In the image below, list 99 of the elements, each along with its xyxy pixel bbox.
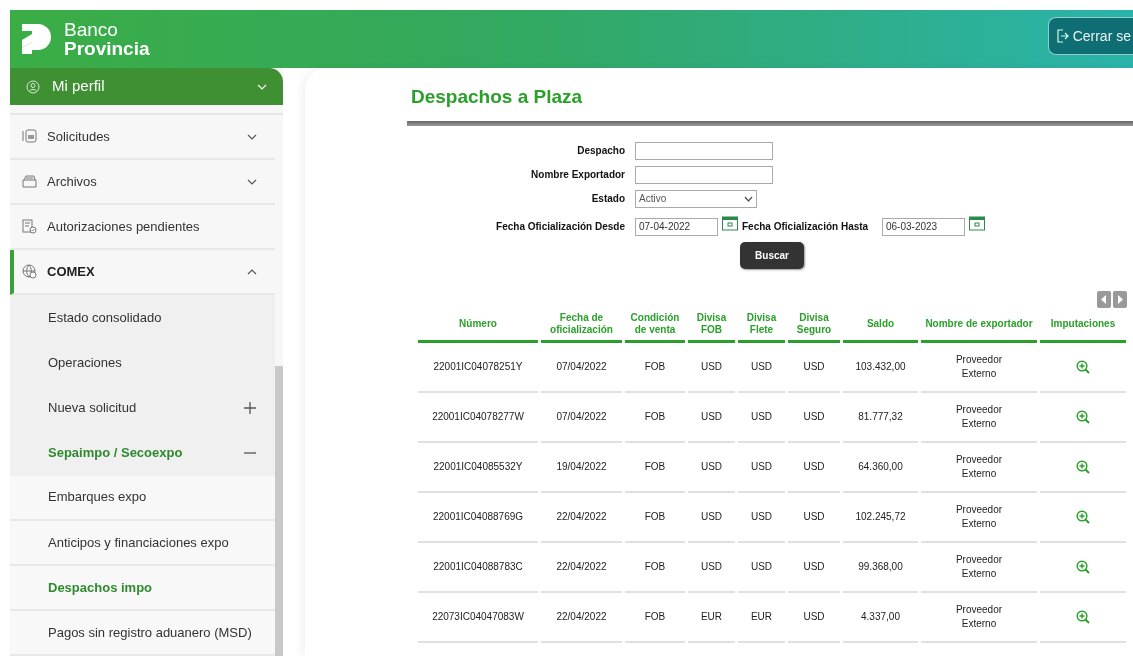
table-cell: 99.368,00 xyxy=(858,561,903,573)
column-header: Número xyxy=(418,307,538,343)
table-cell: 22001IC04078277W xyxy=(432,411,524,423)
table-cell-text: Proveedor Externo xyxy=(954,353,1004,381)
zoom-in-icon[interactable] xyxy=(1076,459,1090,474)
table-cell-text: Proveedor Externo xyxy=(954,453,1004,481)
table-cell: 19/04/2022 xyxy=(556,461,607,473)
field-label: Nombre Exportador xyxy=(530,168,625,183)
search-button[interactable]: Buscar xyxy=(740,241,804,269)
field-label: Fecha Oficialización Desde xyxy=(495,220,625,235)
field-label: Fecha Oficialización Hasta xyxy=(742,220,870,235)
column-header: Divisa FOB xyxy=(688,307,735,343)
table-cell: EUR xyxy=(750,611,773,623)
table-cell: 22/04/2022 xyxy=(556,561,607,573)
document-icon xyxy=(22,129,37,145)
table-cell: FOB xyxy=(644,411,666,423)
input-field[interactable] xyxy=(635,141,773,160)
column-header: Condición de venta xyxy=(625,307,685,343)
table-cell: 22001IC04078251Y xyxy=(433,361,523,373)
table-cell: USD xyxy=(803,611,825,623)
table-cell: 22073IC04047083W xyxy=(432,611,524,623)
next-icon[interactable] xyxy=(1113,290,1127,308)
table-cell: 64.360,00 xyxy=(858,461,903,473)
table-cell: USD xyxy=(750,461,773,473)
table-cell: USD xyxy=(750,361,773,373)
table-cell: 102.245,72 xyxy=(855,511,906,523)
sidebar-item[interactable]: Nueva solicitud xyxy=(10,385,275,431)
brand-name: Provincia xyxy=(64,39,150,58)
chevron-down-icon[interactable] xyxy=(247,133,257,140)
user-icon xyxy=(26,79,40,94)
table-cell: 103.432,00 xyxy=(855,361,906,373)
folder-icon xyxy=(22,174,37,190)
table-cell: 07/04/2022 xyxy=(556,411,607,423)
table-cell: USD xyxy=(700,361,723,373)
profile-menu-item[interactable]: Mi perfil xyxy=(10,68,283,106)
table-cell: FOB xyxy=(644,461,666,473)
calendar-icon[interactable] xyxy=(969,216,985,232)
globe-icon xyxy=(22,264,37,280)
zoom-in-icon[interactable] xyxy=(1076,509,1090,524)
sidebar-item[interactable]: COMEX xyxy=(10,250,275,296)
zoom-in-icon[interactable] xyxy=(1076,409,1090,424)
table-cell: 07/04/2022 xyxy=(556,361,607,373)
table-cell-text: Proveedor Externo xyxy=(954,603,1004,631)
zoom-in-icon[interactable] xyxy=(1076,609,1090,624)
chevron-down-icon[interactable] xyxy=(247,178,257,185)
sidebar-item[interactable]: Sepaimpo / Secoexpo xyxy=(10,430,275,476)
plus-icon[interactable] xyxy=(243,401,257,416)
column-header: Divisa Flete xyxy=(738,307,785,343)
table-cell: 22001IC04085532Y xyxy=(433,461,523,473)
table-cell: 81.777,32 xyxy=(858,411,903,423)
logout-button[interactable]: Cerrar se xyxy=(1047,17,1133,55)
logout-icon xyxy=(1056,29,1069,43)
table-cell: USD xyxy=(750,411,773,423)
column-header: Nombre de exportador xyxy=(921,307,1037,343)
table-cell: FOB xyxy=(644,561,666,573)
chevron-up-icon[interactable] xyxy=(247,268,257,275)
page-title: Despachos a Plaza xyxy=(411,86,584,109)
column-header: Fecha de oficialización xyxy=(541,307,622,343)
table-cell: 22/04/2022 xyxy=(556,611,607,623)
table-cell: USD xyxy=(700,511,723,523)
input-field[interactable] xyxy=(635,165,773,184)
table-cell-text: Proveedor Externo xyxy=(954,503,1004,531)
table-cell: USD xyxy=(803,361,825,373)
select-field[interactable]: Activo xyxy=(635,189,757,208)
table-cell: FOB xyxy=(644,361,666,373)
table-cell: 22001IC04088769G xyxy=(432,511,524,523)
table-cell: USD xyxy=(700,411,723,423)
table-cell: FOB xyxy=(644,511,666,523)
table-cell: USD xyxy=(700,461,723,473)
table-cell: FOB xyxy=(644,611,666,623)
table-cell: USD xyxy=(803,411,825,423)
table-cell: USD xyxy=(700,561,723,573)
sidebar-item[interactable]: Estado consolidado xyxy=(10,295,275,341)
table-cell: 22/04/2022 xyxy=(556,511,607,523)
field-label: Estado xyxy=(590,192,625,207)
brand-name: Banco xyxy=(64,20,119,39)
table-cell: USD xyxy=(750,561,773,573)
table-cell: EUR xyxy=(700,611,723,623)
table-cell-text: Proveedor Externo xyxy=(954,403,1004,431)
date-field[interactable]: 06-03-2023 xyxy=(882,217,965,236)
date-field[interactable]: 07-04-2022 xyxy=(635,217,718,236)
table-cell: USD xyxy=(750,511,773,523)
field-label: Despacho xyxy=(576,144,625,159)
table-cell: 22001IC04088783C xyxy=(433,561,523,573)
sidebar-item[interactable]: Operaciones xyxy=(10,340,275,386)
previous-icon[interactable] xyxy=(1097,290,1111,308)
table-cell: USD xyxy=(803,561,825,573)
column-header: Saldo xyxy=(843,307,918,343)
table-cell-text: Proveedor Externo xyxy=(954,553,1004,581)
zoom-in-icon[interactable] xyxy=(1076,559,1090,574)
zoom-in-icon[interactable] xyxy=(1076,359,1090,374)
column-header: Imputaciones xyxy=(1040,307,1126,343)
calendar-icon[interactable] xyxy=(722,216,738,232)
table-cell: USD xyxy=(803,511,825,523)
table-cell: USD xyxy=(803,461,825,473)
table-cell: 4.337,00 xyxy=(861,611,900,623)
column-header: Divisa Seguro xyxy=(788,307,840,343)
checklist-icon xyxy=(22,219,37,235)
caret-icon xyxy=(744,195,753,202)
